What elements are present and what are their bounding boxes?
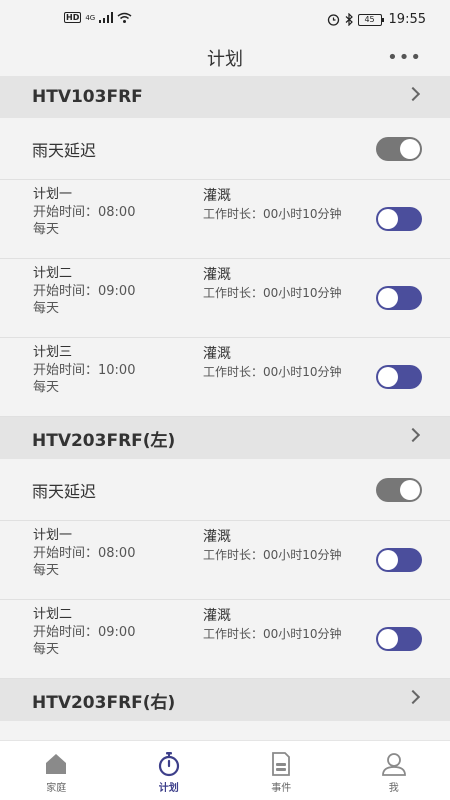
bottom-tab-bar: 家庭 计划 事件 我 xyxy=(0,740,450,800)
rain-delay-row: 雨天延迟 xyxy=(0,459,450,521)
tab-plan[interactable]: 计划 xyxy=(113,741,226,800)
chevron-right-icon xyxy=(405,86,421,102)
plan-info: 计划三 开始时间：10:00 每天 xyxy=(33,344,135,397)
rain-delay-label: 雨天延迟 xyxy=(32,140,97,160)
chevron-right-icon xyxy=(405,689,421,705)
plan-name: 计划二 xyxy=(33,266,73,281)
plan-toggle[interactable] xyxy=(376,627,422,651)
plan-name: 计划三 xyxy=(33,345,73,360)
plan-start-time: 开始时间：10:00 xyxy=(33,362,136,378)
plan-type: 灌溉 xyxy=(203,529,231,545)
rain-delay-toggle[interactable] xyxy=(376,477,422,502)
document-icon xyxy=(272,752,291,776)
device-name: HTV203FRF(左) xyxy=(32,430,176,451)
plan-name: 计划二 xyxy=(33,607,73,622)
rain-delay-toggle[interactable] xyxy=(376,136,422,161)
plan-info: 计划一 开始时间：08:00 每天 xyxy=(33,527,135,580)
tab-label: 计划 xyxy=(158,783,179,794)
plan-start-time: 开始时间：09:00 xyxy=(33,624,136,640)
clock: 19:55 xyxy=(388,12,426,27)
status-bar: HD 4G 45 19:55 xyxy=(0,0,450,40)
bluetooth-icon xyxy=(345,13,353,26)
plan-toggle[interactable] xyxy=(376,207,422,231)
plan-duration: 工作时长：00小时10分钟 xyxy=(203,286,342,300)
page-title: 计划 xyxy=(207,49,243,70)
device-name: HTV203FRF(右) xyxy=(32,692,176,713)
plan-duration: 工作时长：00小时10分钟 xyxy=(203,365,342,379)
plan-start-time: 开始时间：08:00 xyxy=(33,204,136,220)
plan-repeat: 每天 xyxy=(33,301,60,316)
plan-repeat: 每天 xyxy=(33,380,60,395)
stopwatch-icon xyxy=(158,752,179,777)
plan-row[interactable]: 计划二 开始时间：09:00 每天 灌溉 工作时长：00小时10分钟 xyxy=(0,259,450,338)
more-options-button[interactable]: ••• xyxy=(387,47,422,68)
plan-type: 灌溉 xyxy=(203,608,231,624)
toggle-knob xyxy=(378,367,398,387)
toggle-knob xyxy=(378,288,398,308)
plan-start-time: 开始时间：08:00 xyxy=(33,545,136,561)
plan-toggle[interactable] xyxy=(376,286,422,310)
toggle-knob xyxy=(378,209,398,229)
plan-duration: 工作时长：00小时10分钟 xyxy=(203,548,342,562)
device-header[interactable]: HTV203FRF(左) xyxy=(0,417,450,459)
title-bar: 计划 ••• xyxy=(0,40,450,76)
plan-type: 灌溉 xyxy=(203,267,231,283)
tab-label: 我 xyxy=(388,783,399,794)
status-right: 45 19:55 xyxy=(327,12,426,27)
user-icon xyxy=(381,753,406,776)
plan-duration: 工作时长：00小时10分钟 xyxy=(203,207,342,221)
plan-row[interactable]: 计划一 开始时间：08:00 每天 灌溉 工作时长：00小时10分钟 xyxy=(0,180,450,259)
plan-toggle[interactable] xyxy=(376,548,422,572)
status-left: HD 4G xyxy=(64,12,132,23)
home-icon xyxy=(46,754,67,774)
wifi-icon xyxy=(117,12,132,23)
signal-icon xyxy=(99,12,114,23)
plan-detail: 灌溉 工作时长：00小时10分钟 xyxy=(203,607,342,643)
rain-delay-row: 雨天延迟 xyxy=(0,118,450,180)
device-header[interactable]: HTV103FRF xyxy=(0,76,450,118)
tab-label: 家庭 xyxy=(46,783,67,794)
toggle-knob xyxy=(378,629,398,649)
plan-duration: 工作时长：00小时10分钟 xyxy=(203,627,342,641)
device-header[interactable]: HTV203FRF(右) xyxy=(0,679,450,721)
tab-me[interactable]: 我 xyxy=(338,741,450,800)
plan-info: 计划二 开始时间：09:00 每天 xyxy=(33,265,135,318)
hd-indicator: HD xyxy=(64,12,82,23)
plan-repeat: 每天 xyxy=(33,642,60,657)
plan-info: 计划二 开始时间：09:00 每天 xyxy=(33,606,135,659)
plan-detail: 灌溉 工作时长：00小时10分钟 xyxy=(203,266,342,302)
plan-list[interactable]: HTV103FRF 雨天延迟 计划一 开始时间：08:00 每天 灌溉 工作时长… xyxy=(0,76,450,740)
plan-start-time: 开始时间：09:00 xyxy=(33,283,136,299)
chevron-right-icon xyxy=(405,427,421,443)
plan-name: 计划一 xyxy=(33,187,73,202)
plan-type: 灌溉 xyxy=(203,188,231,204)
plan-row[interactable]: 计划二 开始时间：09:00 每天 灌溉 工作时长：00小时10分钟 xyxy=(0,600,450,679)
plan-detail: 灌溉 工作时长：00小时10分钟 xyxy=(203,528,342,564)
tab-home[interactable]: 家庭 xyxy=(0,741,113,800)
tab-events[interactable]: 事件 xyxy=(225,741,338,800)
battery-icon: 45 xyxy=(357,13,384,26)
network-type: 4G xyxy=(85,13,96,22)
toggle-knob xyxy=(400,138,420,159)
tab-label: 事件 xyxy=(271,783,292,794)
plan-toggle[interactable] xyxy=(376,365,422,389)
plan-type: 灌溉 xyxy=(203,346,231,362)
toggle-knob xyxy=(400,479,420,500)
device-name: HTV103FRF xyxy=(32,87,143,107)
plan-detail: 灌溉 工作时长：00小时10分钟 xyxy=(203,345,342,381)
plan-repeat: 每天 xyxy=(33,222,60,237)
plan-repeat: 每天 xyxy=(33,563,60,578)
plan-info: 计划一 开始时间：08:00 每天 xyxy=(33,186,135,239)
plan-row[interactable]: 计划三 开始时间：10:00 每天 灌溉 工作时长：00小时10分钟 xyxy=(0,338,450,417)
alarm-icon xyxy=(327,14,339,26)
toggle-knob xyxy=(378,550,398,570)
rain-delay-label: 雨天延迟 xyxy=(32,481,97,501)
plan-name: 计划一 xyxy=(33,528,73,543)
plan-row[interactable]: 计划一 开始时间：08:00 每天 灌溉 工作时长：00小时10分钟 xyxy=(0,521,450,600)
plan-detail: 灌溉 工作时长：00小时10分钟 xyxy=(203,187,342,223)
